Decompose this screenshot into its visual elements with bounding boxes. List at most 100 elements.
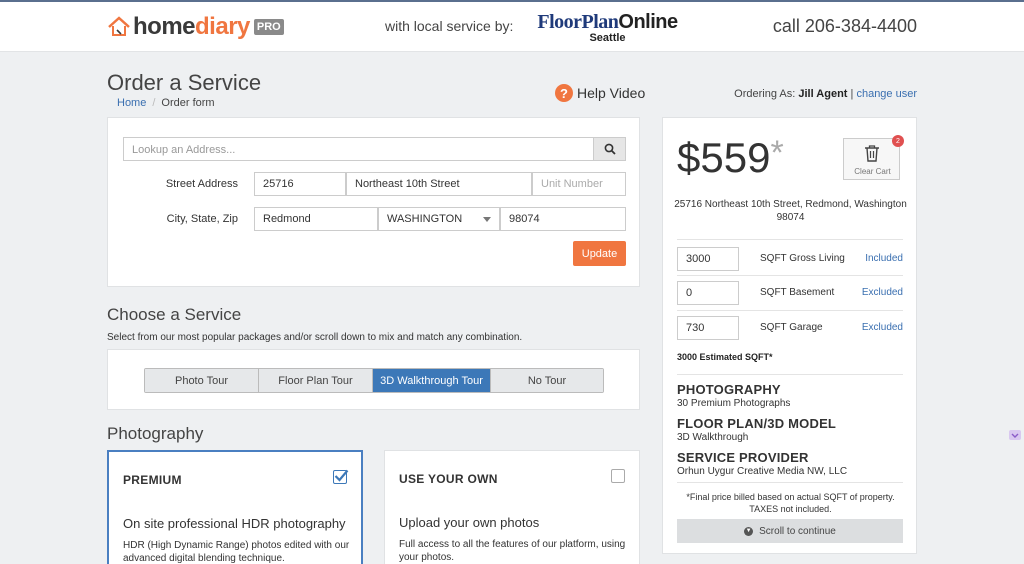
partner-brand-floorplan: FloorPlan (537, 11, 619, 33)
tab-photo-tour[interactable]: Photo Tour (145, 369, 259, 392)
sqft-row-gross-living: 3000 SQFT Gross Living Included (677, 247, 903, 271)
address-lookup-input[interactable]: Lookup an Address... (124, 138, 593, 160)
cart-price-star: * (770, 134, 784, 172)
divider (677, 275, 903, 276)
side-widget-icon[interactable] (1008, 428, 1022, 442)
divider (677, 239, 903, 240)
logo-home-text: home (133, 13, 196, 40)
divider (677, 310, 903, 311)
cart-address: 25716 Northeast 10th Street, Redmond, Wa… (674, 199, 907, 223)
zip-input[interactable]: 98074 (500, 207, 626, 231)
ordering-user: Jill Agent (798, 88, 848, 100)
photo-option-description: HDR (High Dynamic Range) photos edited w… (123, 540, 350, 564)
city-input[interactable]: Redmond (254, 207, 378, 231)
logo-pro-badge: PRO (253, 19, 284, 35)
scroll-to-continue-button[interactable]: ▼ Scroll to continue (677, 519, 903, 543)
sqft-row-label: SQFT Gross Living (760, 253, 845, 264)
photo-option-name: PREMIUM (123, 473, 182, 487)
help-question-icon: ? (555, 84, 573, 102)
help-video-label: Help Video (577, 85, 646, 101)
estimated-sqft: 3000 Estimated SQFT* (677, 352, 773, 362)
summary-floorplan-value: 3D Walkthrough (677, 432, 749, 443)
service-by-text: with local service by: (385, 18, 514, 34)
unit-number-input[interactable]: Unit Number (532, 172, 626, 196)
partner-city: Seattle (589, 32, 626, 44)
update-button[interactable]: Update (573, 241, 626, 266)
summary-provider-title: SERVICE PROVIDER (677, 450, 809, 465)
arrow-down-circle-icon: ▼ (744, 526, 754, 536)
photo-option-headline: Upload your own photos (399, 515, 540, 530)
partner-brand-online: Online (618, 11, 678, 33)
sqft-row-label: SQFT Basement (760, 287, 835, 298)
premium-checkbox[interactable] (333, 469, 349, 484)
photo-option-use-your-own[interactable]: USE YOUR OWN Upload your own photos Full… (384, 450, 640, 564)
checkmark-icon (334, 469, 349, 482)
phone-number: call 206-384-4400 (772, 16, 917, 36)
chevron-down-icon (483, 217, 491, 222)
help-video-link[interactable]: ? Help Video (555, 84, 645, 102)
house-logo-icon (108, 16, 130, 36)
page-title: Order a Service (107, 70, 262, 95)
photography-title: Photography (107, 424, 204, 443)
address-search-button[interactable] (593, 138, 625, 160)
address-lookup: Lookup an Address... (123, 137, 626, 161)
photo-option-headline: On site professional HDR photography (123, 516, 346, 531)
summary-floorplan-title: FLOOR PLAN/3D MODEL (677, 416, 837, 431)
trash-icon (865, 145, 879, 162)
breadcrumb-separator: / (152, 97, 156, 109)
breadcrumb: Home / Order form (117, 97, 215, 109)
breadcrumb-home-link[interactable]: Home (117, 97, 146, 109)
photo-option-description: Full access to all the features of our p… (399, 539, 626, 563)
cart-summary: $559* Clear Cart 2 25716 Northeast 10th … (662, 117, 917, 554)
sqft-row-status[interactable]: Excluded (862, 322, 903, 333)
homediary-logo[interactable]: home diary PRO (107, 12, 284, 42)
address-card: Lookup an Address... Street Address 2571… (107, 117, 640, 287)
clear-cart-label: Clear Cart (854, 167, 891, 176)
sqft-row-status[interactable]: Included (865, 253, 903, 264)
logo-diary-text: diary (195, 13, 250, 40)
sqft-gross-living-input[interactable]: 3000 (677, 247, 739, 271)
tour-selector-card: Photo Tour Floor Plan Tour 3D Walkthroug… (107, 349, 640, 410)
scroll-to-continue-label: Scroll to continue (759, 525, 836, 537)
divider (677, 482, 903, 483)
sqft-row-label: SQFT Garage (760, 322, 823, 333)
fine-print: *Final price billed based on actual SQFT… (686, 492, 895, 514)
state-select-value: WASHINGTON (387, 213, 463, 225)
photo-option-premium[interactable]: PREMIUM On site professional HDR photogr… (107, 450, 363, 564)
state-select[interactable]: WASHINGTON (378, 207, 500, 231)
sqft-basement-input[interactable]: 0 (677, 281, 739, 305)
cart-count-badge: 2 (892, 135, 904, 147)
tour-tabs: Photo Tour Floor Plan Tour 3D Walkthroug… (144, 368, 604, 393)
sqft-garage-input[interactable]: 730 (677, 316, 739, 340)
tab-3d-walkthrough-tour[interactable]: 3D Walkthrough Tour (373, 369, 491, 392)
summary-photography-title: PHOTOGRAPHY (677, 382, 781, 397)
breadcrumb-current: Order form (161, 97, 215, 109)
tab-no-tour[interactable]: No Tour (491, 369, 603, 392)
change-user-link[interactable]: change user (856, 88, 917, 100)
sqft-row-basement: 0 SQFT Basement Excluded (677, 281, 903, 305)
city-state-zip-label: City, State, Zip (166, 213, 238, 225)
ordering-prefix: Ordering As: (734, 88, 796, 100)
tab-floor-plan-tour[interactable]: Floor Plan Tour (259, 369, 373, 392)
ordering-separator: | (850, 88, 854, 100)
use-your-own-checkbox[interactable] (611, 469, 625, 483)
clear-cart-button[interactable]: Clear Cart 2 (843, 135, 904, 180)
cart-price: $559* (677, 134, 784, 182)
search-icon (604, 143, 616, 155)
cart-price-value: $559 (677, 134, 771, 181)
sqft-row-status[interactable]: Excluded (862, 287, 903, 298)
street-name-input[interactable]: Northeast 10th Street (346, 172, 532, 196)
divider (677, 374, 903, 375)
photo-option-name: USE YOUR OWN (399, 472, 498, 486)
choose-service-subtitle: Select from our most popular packages an… (107, 332, 523, 343)
summary-photography-value: 30 Premium Photographs (677, 398, 791, 409)
street-number-input[interactable]: 25716 (254, 172, 346, 196)
partner-logo: FloorPlanOnline Seattle (535, 12, 680, 44)
sqft-row-garage: 730 SQFT Garage Excluded (677, 316, 903, 340)
top-bar: home diary PRO with local service by: Flo… (0, 0, 1024, 52)
ordering-as: Ordering As: Jill Agent | change user (734, 88, 917, 100)
street-address-label: Street Address (165, 178, 238, 190)
summary-provider-value: Orhun Uygur Creative Media NW, LLC (677, 466, 848, 477)
choose-service-title: Choose a Service (107, 305, 242, 324)
top-accent-line (0, 0, 1024, 2)
